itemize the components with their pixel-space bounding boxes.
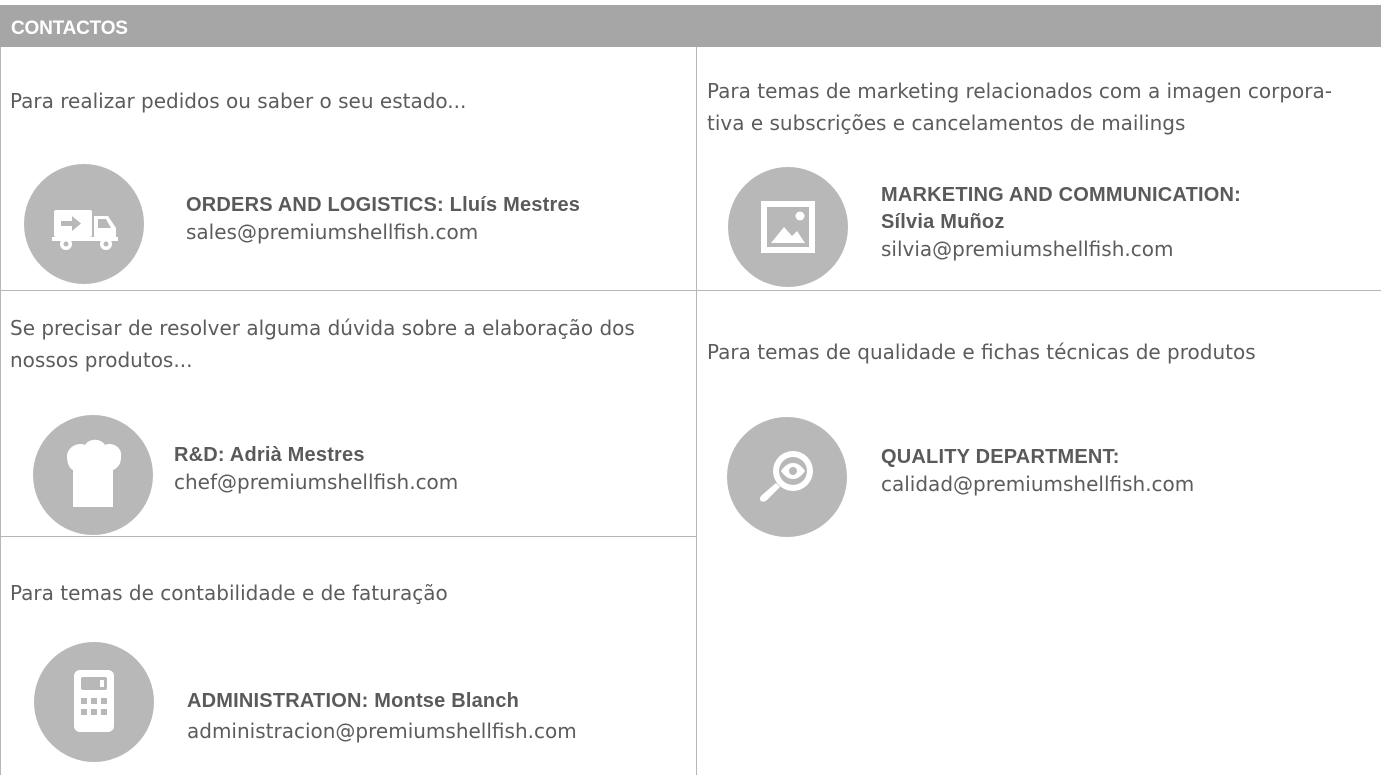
contacts-panel: CONTACTOS Para realizar pedidos ou saber… xyxy=(0,0,1381,775)
contact-email[interactable]: sales@premiumshellfish.com xyxy=(186,219,478,246)
contact-card-quality: Para temas de qualidade e fichas técnica… xyxy=(697,291,1381,537)
chef-hat-icon xyxy=(33,415,153,535)
contact-card-orders: Para realizar pedidos ou saber o seu est… xyxy=(0,47,696,290)
contact-name: ADMINISTRATION: Montse Blanch xyxy=(187,690,520,712)
calculator-icon xyxy=(34,642,154,762)
image-picture-icon xyxy=(728,167,848,287)
contacts-header: CONTACTOS xyxy=(0,5,1381,47)
magnifier-eye-icon xyxy=(727,417,847,537)
contact-name-line1: MARKETING AND COMMUNICATION: xyxy=(881,184,1242,206)
delivery-truck-icon xyxy=(24,164,144,284)
contact-email[interactable]: chef@premiumshellfish.com xyxy=(174,469,458,496)
contact-card-marketing: Para temas de marketing relacionados com… xyxy=(697,47,1381,290)
contact-name: ORDERS AND LOGISTICS: Lluís Mestres xyxy=(186,194,581,216)
contact-email[interactable]: silvia@premiumshellfish.com xyxy=(881,236,1173,263)
contact-name: R&D: Adrià Mestres xyxy=(174,444,365,466)
contact-email[interactable]: administracion@premiumshellfish.com xyxy=(187,718,577,745)
contact-description-line2: nossos produtos... xyxy=(10,348,193,372)
contact-description: Para temas de qualidade e fichas técnica… xyxy=(707,340,1256,364)
contact-description-line1: Para temas de marketing relacionados com… xyxy=(707,79,1332,103)
contact-email[interactable]: calidad@premiumshellfish.com xyxy=(881,471,1194,498)
contact-name: QUALITY DEPARTMENT: xyxy=(881,446,1120,468)
contact-description: Para realizar pedidos ou saber o seu est… xyxy=(10,89,467,113)
contact-description: Para temas de contabilidade e de faturaç… xyxy=(10,581,448,605)
contact-name-line2: Sílvia Muñoz xyxy=(881,211,1005,233)
contact-card-rnd: Se precisar de resolver alguma dúvida so… xyxy=(0,291,696,536)
contact-description-line2: tiva e subscrições e cancelamentos de ma… xyxy=(707,111,1186,135)
contact-description-line1: Se precisar de resolver alguma dúvida so… xyxy=(10,316,635,340)
contacts-title: CONTACTOS xyxy=(11,18,128,39)
contact-card-administration: Para temas de contabilidade e de faturaç… xyxy=(0,537,696,775)
